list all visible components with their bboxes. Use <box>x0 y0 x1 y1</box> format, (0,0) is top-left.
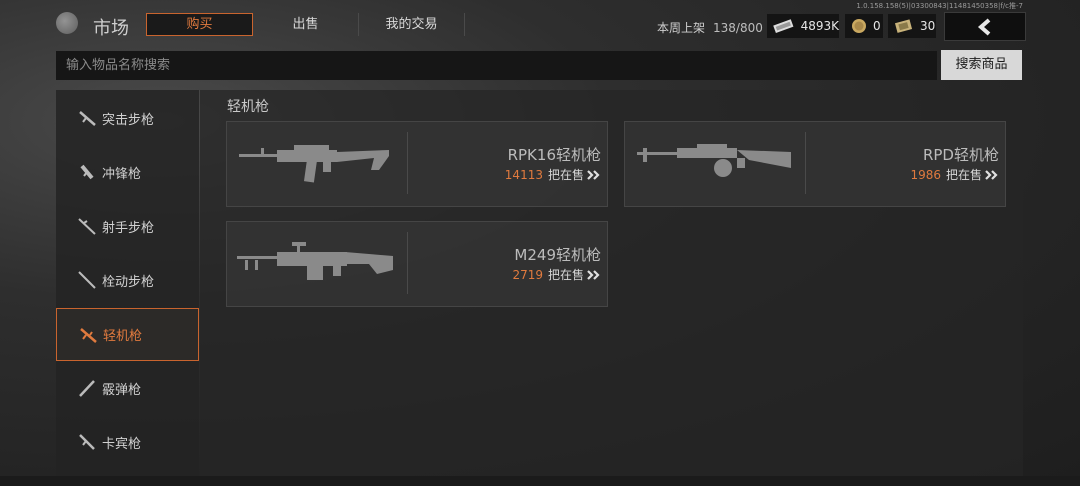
sidebar-item-label: 霰弹枪 <box>102 382 142 398</box>
currency-cash: 4893K <box>767 14 839 38</box>
ticket-value: 30 <box>920 19 936 33</box>
currency-ticket: 30 <box>888 14 936 38</box>
marksman-rifle-icon <box>78 218 96 235</box>
double-chevron-right-icon <box>587 169 600 180</box>
sidebar-item-label: 突击步枪 <box>102 112 155 128</box>
tab-buy[interactable]: 购买 <box>146 13 253 36</box>
rpd-gun-image <box>637 144 791 177</box>
search-input[interactable] <box>56 51 937 80</box>
bottom-bar <box>0 476 1080 486</box>
listing-count: 14113 <box>504 167 543 182</box>
tab-my-trades[interactable]: 我的交易 <box>359 13 465 36</box>
sidebar-item-label: 射手步枪 <box>102 220 155 236</box>
sniper-rifle-icon <box>78 271 96 289</box>
back-button[interactable] <box>944 12 1026 41</box>
item-card-rpd[interactable]: RPD轻机枪 1986 把在售 <box>624 121 1006 207</box>
rifle-icon <box>79 111 96 126</box>
listing-count: 1986 <box>910 167 941 182</box>
card-divider <box>805 132 806 194</box>
m249-gun-image <box>237 242 393 280</box>
sidebar-item-lmg[interactable]: 轻机枪 <box>56 308 199 361</box>
rpk16-gun-image <box>239 145 389 183</box>
tab-sell[interactable]: 出售 <box>253 13 359 36</box>
page-title: 市场 <box>93 18 129 39</box>
section-title: 轻机枪 <box>227 99 269 115</box>
double-chevron-right-icon <box>587 269 600 280</box>
card-divider <box>407 232 408 294</box>
sidebar-item-marksman-rifle[interactable]: 射手步枪 <box>56 200 199 252</box>
sidebar-item-carbine[interactable]: 卡宾枪 <box>56 416 199 468</box>
sidebar-item-label: 冲锋枪 <box>102 166 142 182</box>
sidebar-item-bolt-action-rifle[interactable]: 栓动步枪 <box>56 254 199 306</box>
item-card-rpk16[interactable]: RPK16轻机枪 14113 把在售 <box>226 121 608 207</box>
double-chevron-right-icon <box>985 169 998 180</box>
lmg-icon <box>80 327 97 343</box>
category-sidebar: 突击步枪 冲锋枪 射手步枪 栓动步枪 轻机枪 霰弹枪 卡宾枪 <box>56 90 199 476</box>
globe-logo-icon <box>56 12 78 34</box>
weekly-label: 本周上架 <box>657 21 706 35</box>
item-name: M249轻机枪 <box>514 246 601 264</box>
sidebar-item-label: 卡宾枪 <box>102 436 142 452</box>
listing-status: 把在售 <box>945 168 982 182</box>
availability: 1986 把在售 <box>910 166 999 183</box>
top-nav: 购买 出售 我的交易 <box>146 13 465 38</box>
sidebar-item-label: 轻机枪 <box>103 329 143 344</box>
carbine-icon <box>79 434 95 450</box>
smg-icon <box>80 164 94 180</box>
item-card-m249[interactable]: M249轻机枪 2719 把在售 <box>226 221 608 307</box>
cash-value: 4893K <box>800 19 839 33</box>
listing-status: 把在售 <box>547 168 584 182</box>
ticket-icon <box>894 19 913 33</box>
listing-status: 把在售 <box>547 268 584 282</box>
sidebar-item-shotgun[interactable]: 霰弹枪 <box>56 362 199 414</box>
sidebar-item-assault-rifle[interactable]: 突击步枪 <box>56 92 199 144</box>
version-string: 1.0.158.158(5)|03300843|11481450358|f/c推… <box>856 2 1023 10</box>
listing-count: 2719 <box>512 267 543 282</box>
sidebar-item-label: 栓动步枪 <box>102 274 155 290</box>
availability: 14113 把在售 <box>505 166 601 183</box>
shotgun-icon <box>79 380 95 397</box>
currency-coin: 0 <box>845 14 883 38</box>
availability: 2719 把在售 <box>512 266 601 283</box>
chevron-left-icon <box>977 17 991 36</box>
coin-icon <box>852 19 866 33</box>
item-name: RPK16轻机枪 <box>507 146 601 164</box>
cash-icon <box>773 19 794 34</box>
weekly-listing: 本周上架 138/800 <box>657 19 763 36</box>
card-divider <box>407 132 408 194</box>
item-name: RPD轻机枪 <box>922 146 999 164</box>
sidebar-item-smg[interactable]: 冲锋枪 <box>56 146 199 198</box>
search-button[interactable]: 搜索商品 <box>941 50 1022 80</box>
weekly-count: 138/800 <box>713 21 763 35</box>
coin-value: 0 <box>873 19 881 33</box>
